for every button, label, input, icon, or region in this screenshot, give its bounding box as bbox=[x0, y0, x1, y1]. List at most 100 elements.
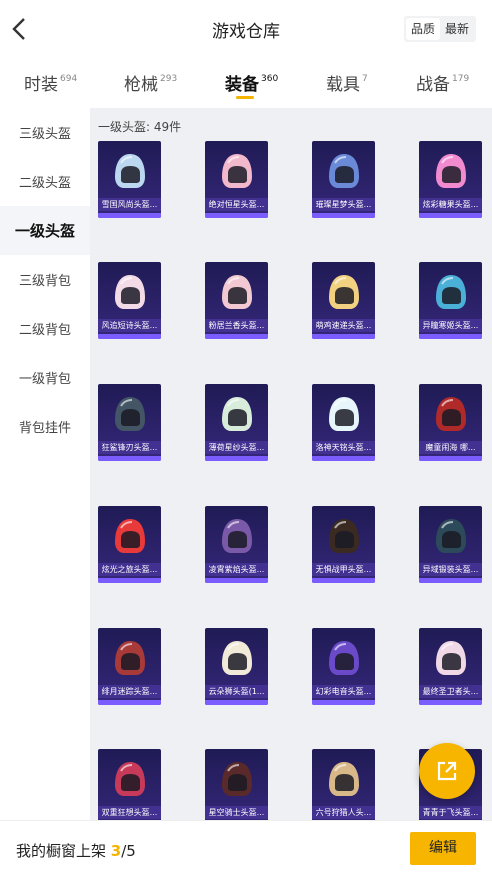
rarity-bar bbox=[98, 456, 161, 461]
tab-count: 694 bbox=[60, 74, 78, 84]
item-name: 风追短诗头盔... bbox=[98, 319, 161, 332]
helmet-icon bbox=[222, 641, 252, 675]
tab-supplies[interactable]: 战备 179 bbox=[416, 70, 469, 95]
showcase-current: 3 bbox=[110, 842, 122, 860]
sidebar-item-level1-helmet[interactable]: 一级头盔 bbox=[0, 206, 90, 255]
item-card[interactable]: 星空骑士头盔... bbox=[205, 749, 268, 820]
rarity-bar bbox=[419, 334, 482, 339]
sidebar-item-backpack-charm[interactable]: 背包挂件 bbox=[0, 402, 90, 451]
sort-latest-button[interactable]: 最新 bbox=[440, 18, 474, 40]
item-card[interactable]: 风追短诗头盔... bbox=[98, 262, 161, 339]
helmet-icon bbox=[329, 762, 359, 796]
item-card[interactable]: 异域锻装头盔... bbox=[419, 506, 482, 583]
item-card[interactable]: 炫彩糖果头盔... bbox=[419, 141, 482, 218]
item-card[interactable]: 云朵狮头盔(1... bbox=[205, 628, 268, 705]
sidebar-item-level3-helmet[interactable]: 三级头盔 bbox=[0, 108, 90, 157]
category-tabs: 时装 694 枪械 293 装备 360 载具 7 战备 179 bbox=[0, 58, 492, 106]
helmet-icon bbox=[329, 397, 359, 431]
item-card[interactable]: 璀璨星梦头盔... bbox=[312, 141, 375, 218]
item-card[interactable]: 六号狩猎人头... bbox=[312, 749, 375, 820]
item-name: 凌霄紫焰头盔... bbox=[205, 563, 268, 576]
item-card[interactable]: 洛神天铭头盔... bbox=[312, 384, 375, 461]
showcase-label: 我的橱窗上架 bbox=[16, 842, 111, 860]
sidebar-item-level3-backpack[interactable]: 三级背包 bbox=[0, 255, 90, 304]
helmet-icon bbox=[222, 397, 252, 431]
item-name: 青青于飞头盔... bbox=[419, 806, 482, 819]
helmet-icon bbox=[115, 519, 145, 553]
item-name: 无惧战甲头盔... bbox=[312, 563, 375, 576]
item-name: 璀璨星梦头盔... bbox=[312, 198, 375, 211]
helmet-icon bbox=[436, 641, 466, 675]
sidebar-item-level2-helmet[interactable]: 二级头盔 bbox=[0, 157, 90, 206]
item-card[interactable]: 炫光之旅头盔... bbox=[98, 506, 161, 583]
rarity-bar bbox=[312, 456, 375, 461]
helmet-icon bbox=[115, 762, 145, 796]
helmet-icon bbox=[436, 519, 466, 553]
item-card[interactable]: 狂鲨锋刃头盔... bbox=[98, 384, 161, 461]
item-card[interactable]: 凌霄紫焰头盔... bbox=[205, 506, 268, 583]
item-card[interactable]: 魔童闹海 哪... bbox=[419, 384, 482, 461]
item-card[interactable]: 最终圣卫者头... bbox=[419, 628, 482, 705]
sort-toggle: 品质 最新 bbox=[404, 16, 476, 42]
item-card[interactable]: 萌鸡速递头盔... bbox=[312, 262, 375, 339]
tab-count: 7 bbox=[362, 74, 368, 84]
helmet-icon bbox=[436, 397, 466, 431]
rarity-bar bbox=[419, 700, 482, 705]
item-name: 炫彩糖果头盔... bbox=[419, 198, 482, 211]
share-button[interactable] bbox=[419, 743, 475, 799]
item-card[interactable]: 薄荷星纱头盔... bbox=[205, 384, 268, 461]
item-card[interactable]: 绝对恒星头盔... bbox=[205, 141, 268, 218]
item-name: 幻彩电音头盔... bbox=[312, 685, 375, 698]
rarity-bar bbox=[98, 700, 161, 705]
helmet-icon bbox=[329, 154, 359, 188]
rarity-bar bbox=[98, 334, 161, 339]
rarity-bar bbox=[312, 213, 375, 218]
tab-fashion[interactable]: 时装 694 bbox=[24, 70, 77, 95]
item-name: 雪国风尚头盔... bbox=[98, 198, 161, 211]
item-card[interactable]: 异瞳寒姬头盔... bbox=[419, 262, 482, 339]
tab-count: 360 bbox=[261, 74, 279, 84]
rarity-bar bbox=[419, 578, 482, 583]
sidebar-item-level2-backpack[interactable]: 二级背包 bbox=[0, 304, 90, 353]
helmet-icon bbox=[222, 762, 252, 796]
rarity-bar bbox=[205, 334, 268, 339]
tab-label: 战备 bbox=[416, 75, 450, 95]
tab-vehicles[interactable]: 载具 7 bbox=[326, 70, 368, 95]
tab-label: 时装 bbox=[24, 75, 58, 95]
item-name: 薄荷星纱头盔... bbox=[205, 441, 268, 454]
item-card[interactable]: 粉居兰香头盔... bbox=[205, 262, 268, 339]
sort-quality-button[interactable]: 品质 bbox=[406, 18, 440, 40]
item-name: 炫光之旅头盔... bbox=[98, 563, 161, 576]
item-name: 异瞳寒姬头盔... bbox=[419, 319, 482, 332]
item-card[interactable]: 绯月迷踪头盔... bbox=[98, 628, 161, 705]
helmet-icon bbox=[329, 275, 359, 309]
rarity-bar bbox=[205, 213, 268, 218]
tab-guns[interactable]: 枪械 293 bbox=[124, 70, 177, 95]
item-card[interactable]: 双重狂想头盔... bbox=[98, 749, 161, 820]
tab-count: 179 bbox=[452, 74, 470, 84]
edit-button[interactable]: 编辑 bbox=[410, 832, 476, 865]
rarity-bar bbox=[205, 578, 268, 583]
tab-count: 293 bbox=[160, 74, 178, 84]
item-card[interactable]: 无惧战甲头盔... bbox=[312, 506, 375, 583]
sidebar-item-level1-backpack[interactable]: 一级背包 bbox=[0, 353, 90, 402]
helmet-icon bbox=[115, 397, 145, 431]
helmet-icon bbox=[115, 641, 145, 675]
item-name: 双重狂想头盔... bbox=[98, 806, 161, 819]
helmet-icon bbox=[436, 154, 466, 188]
tab-label: 枪械 bbox=[124, 75, 158, 95]
tab-equipment[interactable]: 装备 360 bbox=[225, 70, 279, 99]
item-name: 魔童闹海 哪... bbox=[419, 441, 482, 454]
helmet-icon bbox=[329, 519, 359, 553]
category-count: 一级头盔: 49件 bbox=[98, 120, 182, 134]
helmet-icon bbox=[329, 641, 359, 675]
item-card[interactable]: 雪国风尚头盔... bbox=[98, 141, 161, 218]
item-card[interactable]: 幻彩电音头盔... bbox=[312, 628, 375, 705]
header: 游戏仓库 品质 最新 bbox=[0, 0, 492, 58]
tab-active-indicator bbox=[236, 96, 254, 99]
item-name: 萌鸡速递头盔... bbox=[312, 319, 375, 332]
rarity-bar bbox=[312, 578, 375, 583]
item-name: 洛神天铭头盔... bbox=[312, 441, 375, 454]
item-list: 一级头盔: 49件 雪国风尚头盔... 绝对恒星头盔... 璀璨星梦头盔... 炫彩糖… bbox=[90, 108, 492, 820]
item-name: 最终圣卫者头... bbox=[419, 685, 482, 698]
